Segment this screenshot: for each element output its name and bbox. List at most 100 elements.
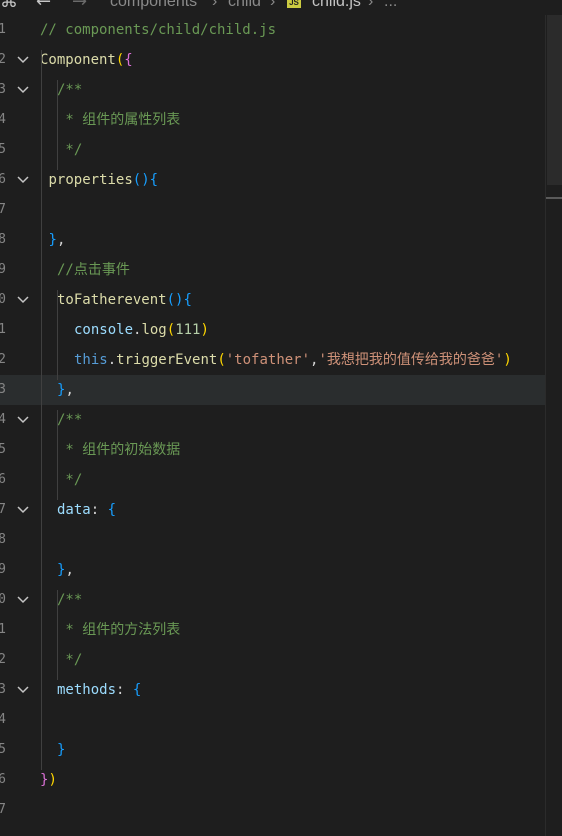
- line-number: 2: [0, 352, 6, 367]
- code-line[interactable]: 9 //点击事件: [0, 255, 545, 285]
- code-text: console.log(111): [74, 320, 209, 340]
- line-number: 3: [0, 82, 6, 97]
- code-line[interactable]: 5}: [0, 735, 545, 765]
- code-line[interactable]: 9},: [0, 555, 545, 585]
- fold-chevron-icon[interactable]: [16, 680, 30, 700]
- code-token: triggerEvent: [116, 352, 218, 368]
- code-editor[interactable]: 1// components/child/child.js 2 Component(…: [0, 15, 545, 836]
- fold-chevron-icon[interactable]: [16, 500, 30, 520]
- line-number: 7: [0, 202, 6, 217]
- explorer-icon[interactable]: ⌘: [0, 0, 18, 12]
- forward-arrow-icon[interactable]: →: [72, 0, 87, 12]
- breadcrumb-bar: ⌘ ← → components › child › JS child.js ›…: [0, 0, 562, 12]
- fold-chevron-icon[interactable]: [16, 410, 30, 430]
- code-text: //点击事件: [57, 260, 130, 280]
- code-token: :: [90, 502, 108, 518]
- code-line[interactable]: 0 toFatherevent(){: [0, 285, 545, 315]
- code-token: //点击事件: [57, 262, 130, 278]
- code-token: {: [149, 172, 159, 188]
- code-token: /**: [57, 82, 83, 98]
- code-token: ): [503, 352, 512, 368]
- code-token: ): [200, 322, 209, 338]
- line-number: 3: [0, 382, 6, 397]
- code-text: }: [57, 740, 65, 760]
- breadcrumb-segment-child[interactable]: child: [228, 0, 261, 11]
- code-token: * 组件的属性列表: [57, 112, 181, 128]
- code-token: this: [74, 352, 108, 368]
- code-line[interactable]: 0 /**: [0, 585, 545, 615]
- code-line[interactable]: 8},: [0, 225, 545, 255]
- fold-chevron-icon[interactable]: [16, 80, 30, 100]
- code-line[interactable]: 7 data: {: [0, 495, 545, 525]
- fold-chevron-icon[interactable]: [16, 50, 30, 70]
- breadcrumb-separator-icon: ›: [212, 0, 218, 10]
- fold-chevron-icon[interactable]: [16, 170, 30, 190]
- code-line[interactable]: 2 */: [0, 645, 545, 675]
- vertical-scrollbar[interactable]: [545, 15, 562, 836]
- breadcrumb-segment-components[interactable]: components: [110, 0, 197, 11]
- code-token: data: [57, 502, 91, 518]
- line-number: 3: [0, 682, 6, 697]
- code-line[interactable]: 5 */: [0, 135, 545, 165]
- line-number: 6: [0, 172, 6, 187]
- indent-guide: [41, 50, 42, 770]
- code-line[interactable]: 4 * 组件的属性列表: [0, 105, 545, 135]
- code-line[interactable]: 6}): [0, 765, 545, 795]
- code-line[interactable]: 1 console.log(111): [0, 315, 545, 345]
- line-number: 7: [0, 502, 6, 517]
- code-text: properties(){: [49, 170, 159, 190]
- code-line[interactable]: 2 Component({: [0, 45, 545, 75]
- code-token: log: [141, 322, 167, 338]
- code-text: * 组件的初始数据: [57, 440, 180, 460]
- code-text: */: [57, 470, 82, 490]
- code-line[interactable]: 5 * 组件的初始数据: [0, 435, 545, 465]
- indent-guide: [57, 410, 58, 500]
- line-number: 7: [0, 802, 6, 817]
- code-line[interactable]: 2 this.triggerEvent('tofather','我想把我的值传给我…: [0, 345, 545, 375]
- fold-chevron-icon[interactable]: [16, 590, 30, 610]
- code-token: methods: [57, 682, 117, 698]
- code-text: methods: {: [57, 680, 141, 700]
- code-line[interactable]: 3},: [0, 375, 545, 405]
- code-token: 'tofather': [225, 352, 311, 368]
- line-number: 5: [0, 442, 6, 457]
- breadcrumb-ellipsis[interactable]: ...: [384, 0, 397, 11]
- code-token: toFatherevent: [57, 292, 167, 308]
- code-token: */: [57, 652, 83, 668]
- scrollbar-thumb[interactable]: [547, 15, 562, 185]
- code-token: ): [48, 772, 57, 788]
- code-token: ,: [65, 562, 74, 578]
- code-token: }: [57, 742, 66, 758]
- code-line[interactable]: 3 /**: [0, 75, 545, 105]
- code-token: (): [166, 292, 184, 308]
- line-number: 1: [0, 322, 6, 337]
- code-line[interactable]: 6 */: [0, 465, 545, 495]
- code-line[interactable]: 1 // components/child/child.js: [0, 15, 545, 45]
- code-token: (): [132, 172, 150, 188]
- code-line[interactable]: 4 /**: [0, 405, 545, 435]
- code-token: // components/child/child.js: [40, 22, 277, 38]
- code-text: }): [40, 770, 57, 790]
- line-number: 2: [0, 652, 6, 667]
- fold-chevron-icon[interactable]: [16, 290, 30, 310]
- line-number: 8: [0, 532, 6, 547]
- line-number: 8: [0, 232, 6, 247]
- line-number: 4: [0, 412, 6, 427]
- code-line[interactable]: 8: [0, 525, 545, 555]
- code-line[interactable]: 6 properties(){: [0, 165, 545, 195]
- code-line[interactable]: 7: [0, 195, 545, 225]
- code-text: data: {: [57, 500, 116, 520]
- code-line[interactable]: 1 * 组件的方法列表: [0, 615, 545, 645]
- code-text: /**: [57, 410, 82, 430]
- line-number: 4: [0, 112, 6, 127]
- code-token: }: [48, 232, 57, 248]
- back-arrow-icon[interactable]: ←: [36, 0, 51, 12]
- breadcrumb-file[interactable]: child.js: [312, 0, 361, 11]
- line-number: 6: [0, 772, 6, 787]
- code-line[interactable]: 4: [0, 705, 545, 735]
- code-line[interactable]: 3 methods: {: [0, 675, 545, 705]
- code-line[interactable]: 7: [0, 795, 545, 825]
- code-token: * 组件的方法列表: [57, 622, 181, 638]
- indent-guide: [57, 290, 58, 380]
- code-text: /**: [57, 80, 82, 100]
